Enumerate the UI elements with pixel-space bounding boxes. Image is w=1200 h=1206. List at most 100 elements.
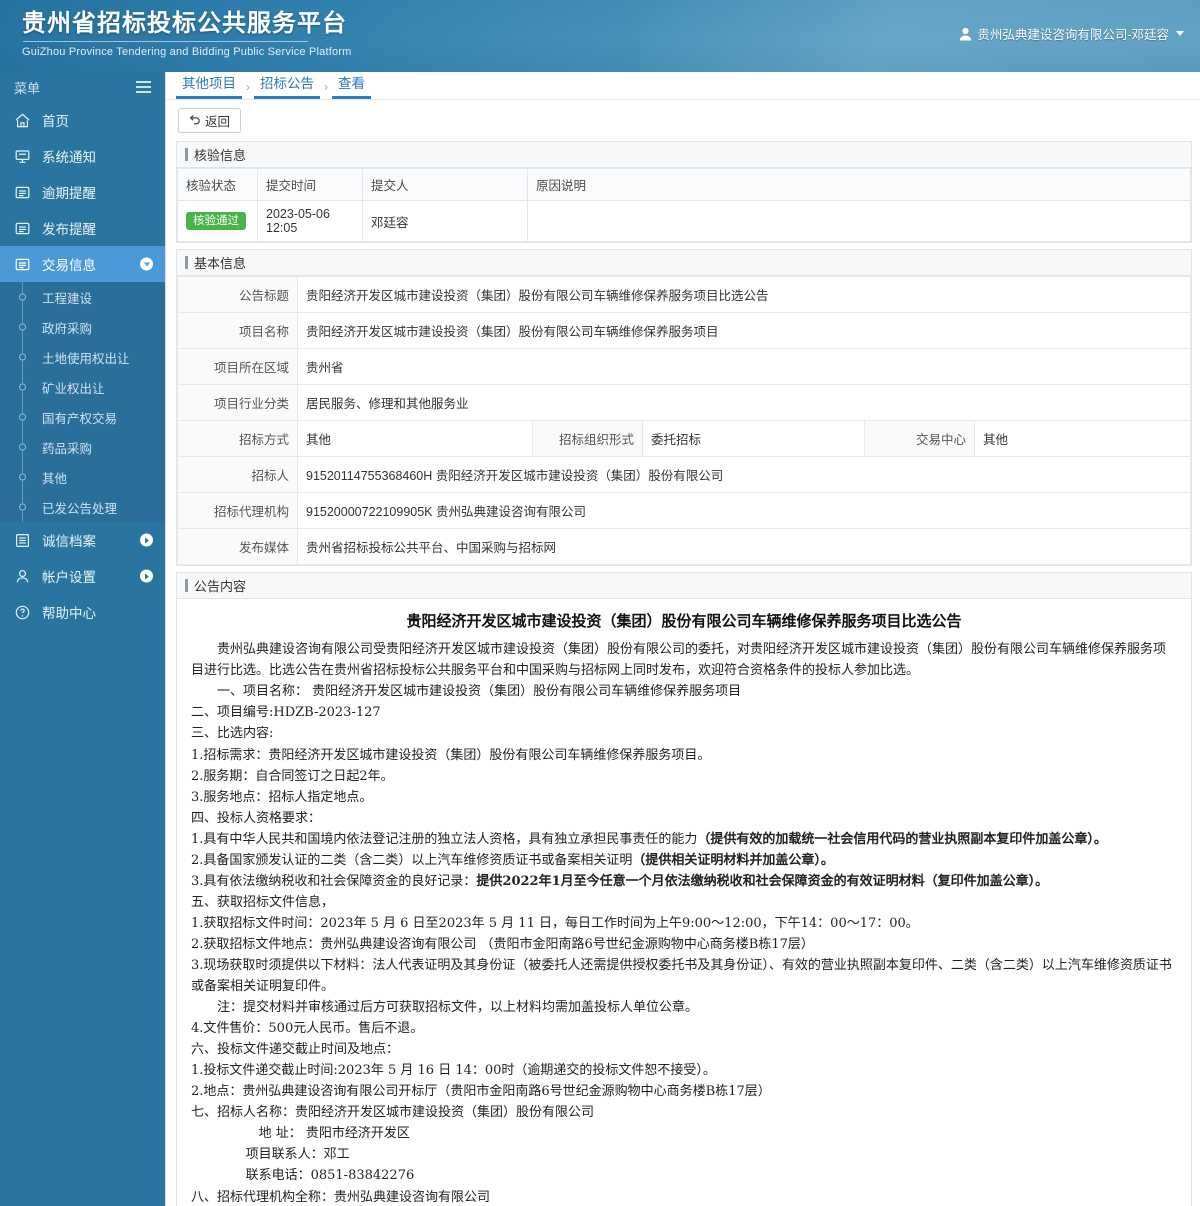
- table-row: 公告标题 贵阳经济开发区城市建设投资（集团）股份有限公司车辆维修保养服务项目比选…: [177, 276, 1191, 313]
- field-value-project-name: 贵阳经济开发区城市建设投资（集团）股份有限公司车辆维修保养服务项目: [297, 312, 1191, 349]
- field-label-region: 项目所在区域: [177, 348, 298, 385]
- back-button[interactable]: 返回: [178, 108, 242, 133]
- sidebar-item-label: 首页: [42, 114, 69, 129]
- chevron-down-icon[interactable]: [140, 257, 153, 271]
- caret-down-icon: [1176, 31, 1184, 36]
- notice-line-qual-3: 3.具有依法缴纳税收和社会保障资金的良好记录：提供2022年1月至今任意一个月依…: [191, 871, 1177, 892]
- sidebar-subitem-land-use-rights[interactable]: 土地使用权出让: [0, 342, 165, 372]
- sidebar-item-publish-reminder[interactable]: 发布提醒: [0, 210, 165, 246]
- sidebar-subitem-label: 政府采购: [42, 321, 93, 336]
- home-icon: [14, 112, 36, 129]
- notice-line-tenderer-contact: 项目联系人：邓工: [245, 1147, 350, 1163]
- breadcrumb-item-view[interactable]: 查看: [332, 72, 371, 99]
- sidebar-item-account-settings[interactable]: 帐户设置: [0, 558, 165, 594]
- user-name: 贵州弘典建设咨询有限公司-邓廷容: [977, 28, 1169, 42]
- field-label-tender-method: 招标方式: [177, 420, 298, 457]
- notice-line-doc-heading: 五、获取招标文件信息，: [191, 894, 335, 910]
- notice-line-deadline-time: 1.投标文件递交截止时间:2023年 5 月 16 日 14：00时（逾期递交的…: [191, 1063, 716, 1079]
- breadcrumb-separator: ›: [324, 80, 328, 94]
- table-row: 招标人 91520114755368460H 贵阳经济开发区城市建设投资（集团）…: [177, 456, 1191, 493]
- sidebar-item-label: 帮助中心: [42, 606, 96, 621]
- notice-qual-1-text: 1.具有中华人民共和国境内依法登记注册的独立法人资格，具有独立承担民事责任的能力: [191, 831, 698, 847]
- sidebar-item-help-center[interactable]: 帮助中心: [0, 594, 165, 630]
- sidebar-item-credit-archive[interactable]: 诚信档案: [0, 522, 165, 558]
- field-value-region: 贵州省: [297, 348, 1191, 385]
- notice-panel-header: 公告内容: [177, 573, 1191, 599]
- field-label-tenderer: 招标人: [177, 456, 298, 493]
- hamburger-icon[interactable]: [136, 81, 151, 93]
- column-header-submit-time: 提交时间: [257, 168, 363, 201]
- cell-submit-time: 2023-05-06 12:05: [257, 200, 363, 242]
- verify-panel-header: 核验信息: [177, 142, 1191, 168]
- sidebar-item-overdue-reminder[interactable]: 逾期提醒: [0, 174, 165, 210]
- person-icon: [14, 568, 36, 585]
- sidebar-subitem-drug-procurement[interactable]: 药品采购: [0, 432, 165, 462]
- document-icon: [14, 256, 36, 273]
- breadcrumb: 其他项目 › 招标公告 › 查看: [166, 72, 1200, 100]
- notice-line-project-code: 二、项目编号:HDZB-2023-127: [191, 705, 381, 721]
- sidebar-subitem-mining-rights[interactable]: 矿业权出让: [0, 372, 165, 402]
- question-icon: [14, 604, 36, 621]
- notice-qual-3-bold: 提供2022年1月至今任意一个月依法缴纳税收和社会保障资金的有效证明材料（复印件…: [476, 873, 1049, 889]
- field-label-trading-center: 交易中心: [864, 420, 975, 457]
- document-icon: [14, 220, 36, 237]
- notice-qual-3-text: 3.具有依法缴纳税收和社会保障资金的良好记录：: [191, 873, 477, 889]
- sidebar-item-label: 诚信档案: [42, 534, 96, 549]
- brand-title-cn: 贵州省招标投标公共服务平台: [22, 9, 347, 37]
- sidebar-subitem-gov-procurement[interactable]: 政府采购: [0, 312, 165, 342]
- column-header-reason: 原因说明: [527, 168, 1191, 201]
- chevron-right-icon[interactable]: [140, 569, 153, 583]
- chevron-right-icon[interactable]: [140, 533, 153, 547]
- notice-paragraph-intro: 贵州弘典建设咨询有限公司受贵阳经济开发区城市建设投资（集团）股份有限公司的委托，…: [191, 642, 1167, 679]
- notice-qual-1-bold: （提供有效的加载统一社会信用代码的营业执照副本复印件加盖公章）。: [697, 831, 1107, 847]
- table-row: 招标方式 其他 招标组织形式 委托招标 交易中心 其他: [177, 420, 1191, 457]
- notice-line-deadline-heading: 六、投标文件递交截止时间及地点：: [191, 1042, 400, 1058]
- back-button-label: 返回: [205, 115, 231, 129]
- notice-line-project-name: 一、项目名称： 贵阳经济开发区城市建设投资（集团）股份有限公司车辆维修保养服务项…: [217, 684, 742, 700]
- sidebar-subitem-state-property[interactable]: 国有产权交易: [0, 402, 165, 432]
- field-value-media: 贵州省招标投标公共平台、中国采购与招标网: [297, 528, 1191, 565]
- table-header-row: 核验状态 提交时间 提交人 原因说明: [177, 168, 1191, 201]
- table-row: 招标代理机构 91520000722109905K 贵州弘典建设咨询有限公司: [177, 492, 1191, 529]
- field-label-org-form: 招标组织形式: [532, 420, 643, 457]
- basic-info-panel-title: 基本信息: [194, 256, 247, 271]
- notice-line-service-period: 2.服务期：自合同签订之日起2年。: [191, 768, 394, 784]
- notice-doc-title: 贵阳经济开发区城市建设投资（集团）股份有限公司车辆维修保养服务项目比选公告: [406, 612, 962, 630]
- breadcrumb-item-tender-notice[interactable]: 招标公告: [254, 72, 320, 99]
- sidebar-subitem-other[interactable]: 其他: [0, 462, 165, 492]
- table-row: 发布媒体 贵州省招标投标公共平台、中国采购与招标网: [177, 528, 1191, 565]
- notice-line-tenderer-address: 地 址： 贵阳市经济开发区: [258, 1126, 410, 1142]
- sidebar-subitem-engineering[interactable]: 工程建设: [0, 282, 165, 312]
- sidebar-item-label: 逾期提醒: [42, 186, 96, 201]
- verify-panel: 核验信息 核验状态 提交时间 提交人 原因说明 核验通过 2023-05-06 …: [176, 141, 1192, 243]
- notice-qual-2-bold: （提供相关证明材料并加盖公章）。: [632, 852, 834, 868]
- sidebar-item-label: 帐户设置: [42, 570, 96, 585]
- column-header-status: 核验状态: [177, 168, 258, 201]
- table-row: 项目行业分类 居民服务、修理和其他服务业: [177, 384, 1191, 421]
- field-label-notice-title: 公告标题: [177, 276, 298, 313]
- notice-line-doc-time: 1.获取招标文件时间：2023年 5 月 6 日至2023年 5 月 11 日，…: [191, 915, 919, 931]
- sidebar-item-system-notice[interactable]: 系统通知: [0, 138, 165, 174]
- sidebar-subitem-label: 已发公告处理: [42, 501, 118, 516]
- user-menu[interactable]: 贵州弘典建设咨询有限公司-邓廷容: [959, 24, 1184, 43]
- list-icon: [14, 532, 36, 549]
- notice-line-qual-1: 1.具有中华人民共和国境内依法登记注册的独立法人资格，具有独立承担民事责任的能力…: [191, 829, 1177, 850]
- brand-title-en: GuiZhou Province Tendering and Bidding P…: [22, 46, 352, 58]
- table-row: 核验通过 2023-05-06 12:05 邓廷容: [177, 200, 1191, 242]
- sidebar-header: 菜单: [0, 72, 165, 102]
- sidebar-item-home[interactable]: 首页: [0, 102, 165, 138]
- sidebar-subitem-published-handling[interactable]: 已发公告处理: [0, 492, 165, 522]
- notice-line-doc-price: 4.文件售价：500元人民币。售后不退。: [191, 1021, 424, 1037]
- cell-submitter: 邓廷容: [362, 200, 528, 242]
- verify-panel-title: 核验信息: [194, 148, 247, 163]
- sidebar-item-transaction-info[interactable]: 交易信息: [0, 246, 165, 282]
- field-label-industry: 项目行业分类: [177, 384, 298, 421]
- breadcrumb-item-other-projects[interactable]: 其他项目: [176, 72, 242, 99]
- notice-line-requirement: 1.招标需求：贵阳经济开发区城市建设投资（集团）股份有限公司车辆维修保养服务项目…: [191, 747, 711, 763]
- sidebar-title: 菜单: [14, 80, 41, 96]
- field-label-agency: 招标代理机构: [177, 492, 298, 529]
- verify-table: 核验状态 提交时间 提交人 原因说明 核验通过 2023-05-06 12:05…: [177, 168, 1191, 242]
- sidebar-item-label: 发布提醒: [42, 222, 96, 237]
- sidebar-subitem-label: 工程建设: [42, 291, 93, 306]
- notice-content-panel: 公告内容 贵阳经济开发区城市建设投资（集团）股份有限公司车辆维修保养服务项目比选…: [176, 572, 1192, 1206]
